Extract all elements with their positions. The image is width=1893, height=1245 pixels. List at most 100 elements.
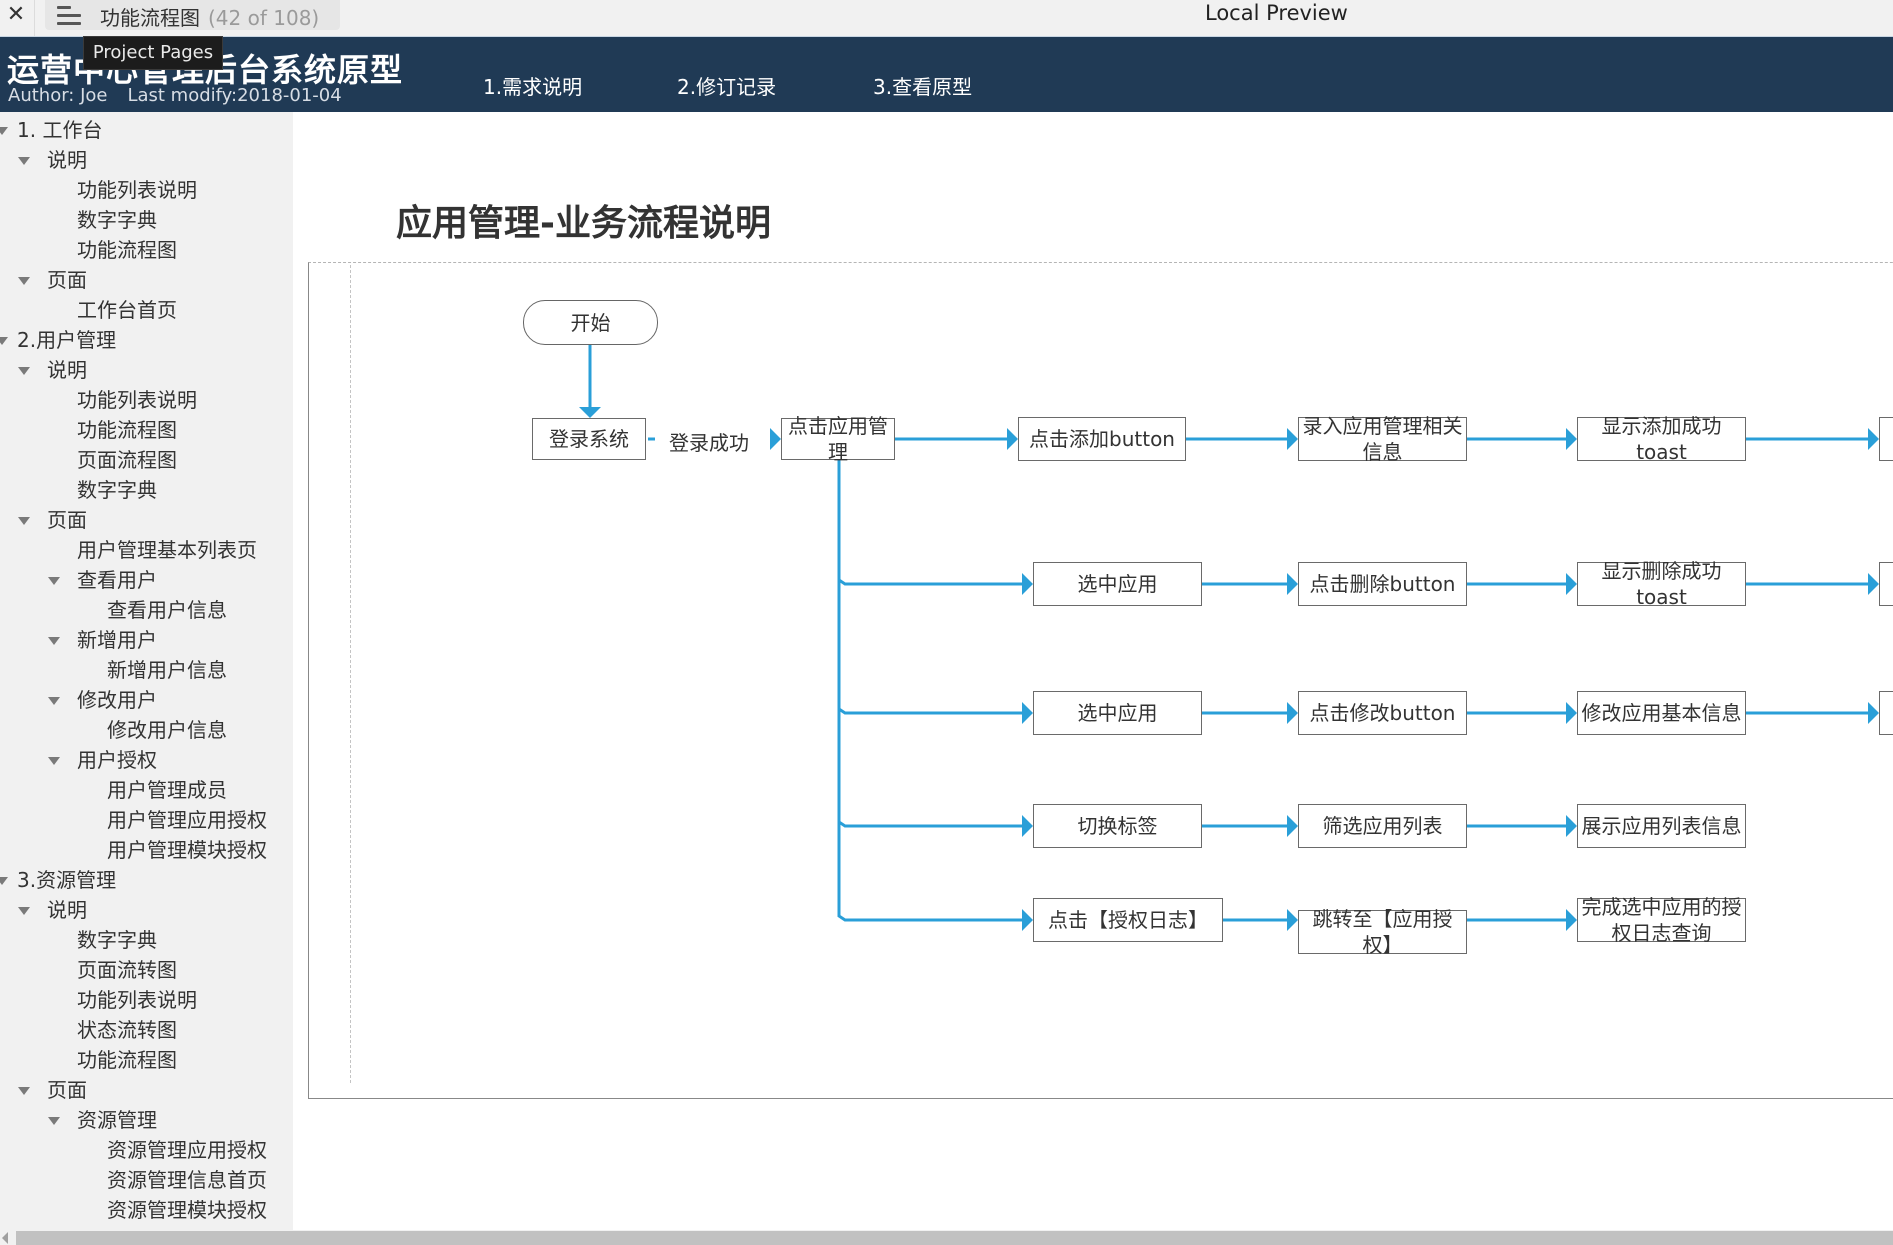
project-pages-button[interactable]: 功能流程图 (42 of 108) bbox=[45, 0, 340, 30]
sidebar-tree-item-label: 3.资源管理 bbox=[17, 868, 117, 892]
scroll-left-arrow-icon[interactable] bbox=[2, 1232, 8, 1244]
flow-step-node[interactable]: 完成选中应用的授权日志查询 bbox=[1577, 895, 1746, 945]
sidebar-tree-item[interactable]: 资源管理应用授权 bbox=[0, 1135, 293, 1165]
expand-triangle-icon[interactable] bbox=[18, 367, 30, 375]
sidebar-tree-item-label: 页面 bbox=[47, 268, 87, 292]
scrollbar-thumb[interactable] bbox=[16, 1231, 1893, 1245]
start-node[interactable]: 开始 bbox=[523, 300, 658, 345]
flow-step-node[interactable]: 点击删除button bbox=[1298, 562, 1467, 606]
sidebar-tree-item[interactable]: 修改用户 bbox=[0, 685, 293, 715]
sidebar-tree-item[interactable]: 3.资源管理 bbox=[0, 865, 293, 895]
sidebar-tree-item-label: 说明 bbox=[47, 358, 87, 382]
flow-step-node[interactable]: 切换标签 bbox=[1033, 804, 1202, 848]
expand-triangle-icon[interactable] bbox=[0, 877, 8, 885]
hamburger-menu-icon[interactable] bbox=[57, 6, 81, 25]
sidebar-tree-item[interactable]: 数字字典 bbox=[0, 475, 293, 505]
sidebar-tree-item[interactable]: 页面 bbox=[0, 505, 293, 535]
sidebar-tree-item[interactable]: 数字字典 bbox=[0, 925, 293, 955]
last-modify-label: Last modify:2018-01-04 bbox=[127, 85, 342, 106]
flow-step-node-label: 显示删除成功toast bbox=[1601, 559, 1722, 609]
sidebar-tree-item[interactable]: 功能列表说明 bbox=[0, 175, 293, 205]
flow-step-node-label: 选中应用 bbox=[1077, 701, 1158, 725]
flow-step-node[interactable]: 点击添加button bbox=[1018, 417, 1186, 461]
window-title: Local Preview bbox=[1205, 1, 1348, 25]
close-icon[interactable]: ✕ bbox=[4, 2, 28, 30]
flow-step-node[interactable]: 修改应用基本信息 bbox=[1577, 691, 1746, 735]
sidebar-tree-item[interactable]: 用户授权 bbox=[0, 745, 293, 775]
sidebar-tree-item-label: 页面流转图 bbox=[77, 958, 177, 982]
expand-triangle-icon[interactable] bbox=[48, 637, 60, 645]
sidebar-tree-item[interactable]: 用户管理基本列表页 bbox=[0, 535, 293, 565]
nav-view-prototype[interactable]: 3.查看原型 bbox=[873, 71, 972, 100]
flow-step-node-label: 点击添加button bbox=[1029, 427, 1175, 451]
sidebar-tree-item-label: 2.用户管理 bbox=[17, 328, 117, 352]
sidebar-tree-item[interactable]: 新增用户 bbox=[0, 625, 293, 655]
sidebar-tree-item[interactable]: 修改用户信息 bbox=[0, 715, 293, 745]
sidebar-tree-item[interactable]: 功能流程图 bbox=[0, 415, 293, 445]
sidebar-tree-item[interactable]: 新增用户信息 bbox=[0, 655, 293, 685]
sidebar-tree-item[interactable]: 页面流转图 bbox=[0, 955, 293, 985]
sidebar-tree-item[interactable]: 用户管理成员 bbox=[0, 775, 293, 805]
flow-step-node[interactable]: 点击修改button bbox=[1298, 691, 1467, 735]
flow-step-node[interactable]: 筛选应用列表 bbox=[1298, 804, 1467, 848]
sidebar-tree-item[interactable]: 状态流转图 bbox=[0, 1015, 293, 1045]
expand-triangle-icon[interactable] bbox=[48, 757, 60, 765]
sidebar-tree-item-label: 说明 bbox=[47, 898, 87, 922]
flow-step-node[interactable]: 展示应用列表信息 bbox=[1577, 804, 1746, 848]
expand-triangle-icon[interactable] bbox=[48, 577, 60, 585]
flow-step-node-offscreen[interactable] bbox=[1879, 562, 1893, 606]
sidebar-tree-item[interactable]: 功能流程图 bbox=[0, 1045, 293, 1075]
horizontal-scrollbar[interactable] bbox=[0, 1230, 1893, 1245]
sidebar-tree-item[interactable]: 功能列表说明 bbox=[0, 985, 293, 1015]
sidebar-tree-item[interactable]: 说明 bbox=[0, 355, 293, 385]
sidebar-tree-item[interactable]: 页面 bbox=[0, 1075, 293, 1105]
sidebar-tree-item-label: 页面流程图 bbox=[77, 448, 177, 472]
flow-step-node[interactable]: 选中应用 bbox=[1033, 691, 1202, 735]
sidebar-tree-item[interactable]: 工作台首页 bbox=[0, 295, 293, 325]
nav-revision-history[interactable]: 2.修订记录 bbox=[677, 71, 776, 100]
sidebar-tree-item[interactable]: 资源管理 bbox=[0, 1105, 293, 1135]
sidebar-tree-item[interactable]: 资源管理信息首页 bbox=[0, 1165, 293, 1195]
sidebar-tree-item[interactable]: 功能列表说明 bbox=[0, 385, 293, 415]
flow-step-node-offscreen[interactable] bbox=[1879, 691, 1893, 735]
expand-triangle-icon[interactable] bbox=[18, 907, 30, 915]
sidebar-tree-item[interactable]: 查看用户 bbox=[0, 565, 293, 595]
sidebar-tree-item[interactable]: 查看用户信息 bbox=[0, 595, 293, 625]
expand-triangle-icon[interactable] bbox=[18, 517, 30, 525]
sidebar-tree-item[interactable]: 用户管理模块授权 bbox=[0, 835, 293, 865]
sidebar-tree-item[interactable]: 页面流程图 bbox=[0, 445, 293, 475]
app-meta: Author: Joe Last modify:2018-01-04 bbox=[8, 85, 342, 106]
sidebar-tree-item-label: 用户管理成员 bbox=[107, 778, 227, 802]
sidebar-tree-item[interactable]: 2.用户管理 bbox=[0, 325, 293, 355]
flow-step-node[interactable]: 点击【授权日志】 bbox=[1033, 898, 1223, 942]
sidebar-tree-item[interactable]: 功能流程图 bbox=[0, 235, 293, 265]
page-count: (42 of 108) bbox=[208, 6, 320, 30]
flow-step-node[interactable]: 显示添加成功toast bbox=[1577, 414, 1746, 464]
page-heading: 应用管理-业务流程说明 bbox=[396, 203, 771, 244]
sidebar-tree-item[interactable]: 用户管理应用授权 bbox=[0, 805, 293, 835]
expand-triangle-icon[interactable] bbox=[18, 157, 30, 165]
sidebar-tree-item[interactable]: 资源管理模块授权 bbox=[0, 1195, 293, 1225]
expand-triangle-icon[interactable] bbox=[0, 337, 8, 345]
sidebar-tree-item-label: 用户管理应用授权 bbox=[107, 808, 267, 832]
sidebar-tree-item[interactable]: 数字字典 bbox=[0, 205, 293, 235]
sidebar-tree-item-label: 工作台首页 bbox=[77, 298, 177, 322]
flow-step-node-offscreen[interactable] bbox=[1879, 417, 1893, 461]
expand-triangle-icon[interactable] bbox=[0, 127, 8, 135]
sidebar-tree-item-label: 资源管理信息首页 bbox=[107, 1168, 267, 1192]
flow-step-node[interactable]: 选中应用 bbox=[1033, 562, 1202, 606]
sidebar-tree-item[interactable]: 说明 bbox=[0, 145, 293, 175]
flow-step-node[interactable]: 跳转至【应用授权】 bbox=[1298, 907, 1467, 957]
sidebar-tree-item[interactable]: 页面 bbox=[0, 265, 293, 295]
sidebar-tree-item[interactable]: 1. 工作台 bbox=[0, 115, 293, 145]
expand-triangle-icon[interactable] bbox=[18, 1087, 30, 1095]
expand-triangle-icon[interactable] bbox=[48, 697, 60, 705]
expand-triangle-icon[interactable] bbox=[18, 277, 30, 285]
click-app-management-node[interactable]: 点击应用管理 bbox=[781, 414, 895, 464]
flow-step-node[interactable]: 录入应用管理相关信息 bbox=[1298, 414, 1467, 464]
expand-triangle-icon[interactable] bbox=[48, 1117, 60, 1125]
nav-requirements[interactable]: 1.需求说明 bbox=[483, 71, 582, 100]
sidebar-tree-item[interactable]: 说明 bbox=[0, 895, 293, 925]
login-node[interactable]: 登录系统 bbox=[532, 418, 646, 460]
flow-step-node[interactable]: 显示删除成功toast bbox=[1577, 559, 1746, 609]
